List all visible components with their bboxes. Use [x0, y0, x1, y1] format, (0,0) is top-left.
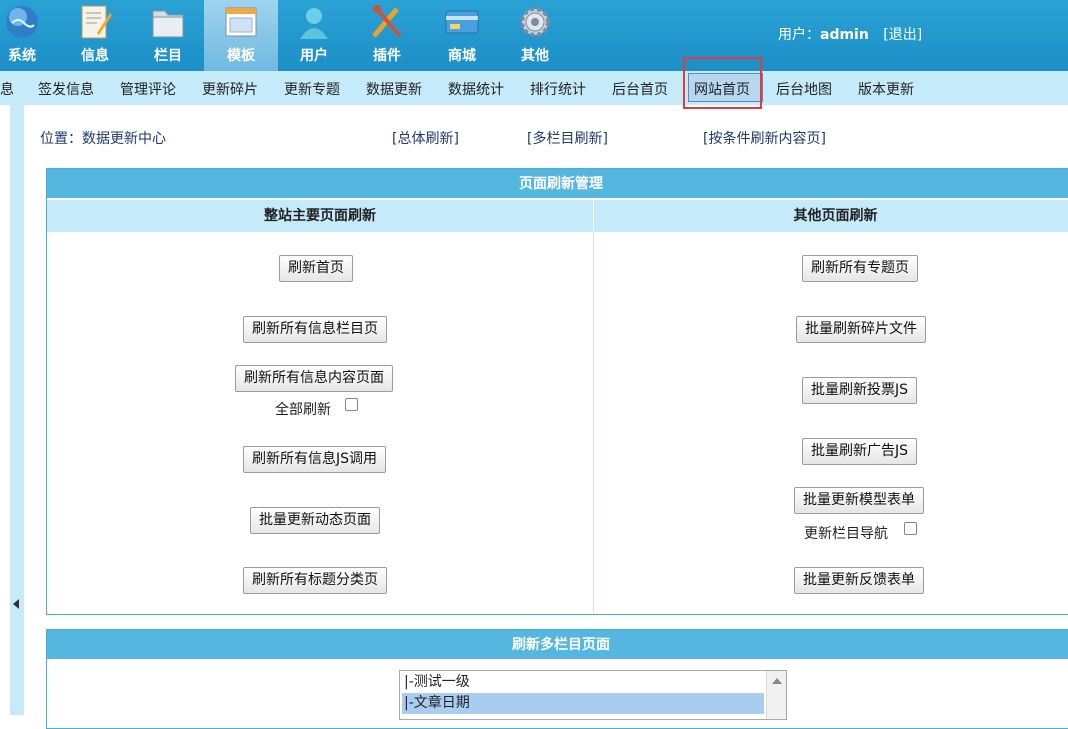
- refresh-home-button[interactable]: 刷新首页: [279, 255, 353, 282]
- nav-info[interactable]: 信息: [58, 0, 132, 71]
- refresh-all-checkbox[interactable]: [345, 398, 358, 411]
- refresh-info-column-button[interactable]: 刷新所有信息栏目页: [243, 316, 387, 343]
- refresh-special-topics-button[interactable]: 刷新所有专题页: [802, 255, 918, 282]
- nav-label: 插件: [373, 47, 401, 63]
- nav-label: 栏目: [154, 47, 182, 63]
- column-select-listbox[interactable]: |-测试一级 |-文章日期: [399, 670, 787, 720]
- link-multi-column-refresh[interactable]: [多栏目刷新]: [527, 128, 608, 148]
- credit-card-icon: [445, 10, 479, 34]
- refresh-vote-js-button[interactable]: 批量刷新投票JS: [802, 377, 918, 404]
- refresh-all-label: 全部刷新: [275, 402, 331, 418]
- refresh-info-content-button[interactable]: 刷新所有信息内容页面: [235, 365, 393, 392]
- nav-user[interactable]: 用户: [277, 0, 351, 71]
- subnav-item[interactable]: 管理评论: [120, 79, 176, 99]
- tools-icon: [372, 5, 402, 38]
- update-model-forms-button[interactable]: 批量更新模型表单: [794, 487, 924, 514]
- subnav-item[interactable]: 更新专题: [284, 79, 340, 99]
- subnav-item[interactable]: 更新碎片: [202, 79, 258, 99]
- nav-column[interactable]: 栏目: [131, 0, 205, 71]
- user-icon: [300, 8, 328, 39]
- highlight-box: [683, 57, 762, 109]
- subnav-item[interactable]: 后台首页: [612, 79, 668, 99]
- document-edit-icon: [81, 5, 112, 39]
- subnav-item[interactable]: 签发信息: [38, 79, 94, 99]
- collapse-bar[interactable]: [10, 105, 24, 715]
- nav-shop[interactable]: 商城: [425, 0, 499, 71]
- top-navigation-bar: 系统 信息 栏目 模板 用户 插件 商城 其他 用户：admin [退出]: [0, 0, 1068, 71]
- panel-title: 页面刷新管理: [47, 169, 1068, 199]
- nav-label: 用户: [300, 47, 328, 63]
- update-column-nav-label: 更新栏目导航: [804, 526, 888, 542]
- subnav-item[interactable]: 后台地图: [776, 79, 832, 99]
- user-info: 用户：admin [退出]: [778, 24, 922, 44]
- logout-link[interactable]: [退出]: [883, 27, 922, 43]
- window-template-icon: [225, 7, 257, 37]
- update-dynamic-pages-button[interactable]: 批量更新动态页面: [250, 507, 380, 534]
- panel-title: 刷新多栏目页面: [47, 630, 1068, 660]
- nav-label: 商城: [448, 47, 476, 63]
- subnav-item[interactable]: 数据更新: [366, 79, 422, 99]
- collapse-arrow-icon[interactable]: [13, 599, 19, 609]
- link-full-refresh[interactable]: [总体刷新]: [392, 128, 459, 148]
- link-conditional-refresh[interactable]: [按条件刷新内容页]: [703, 128, 826, 148]
- username: admin: [820, 27, 869, 43]
- column-option[interactable]: |-测试一级: [402, 672, 764, 693]
- left-collapse-strip: [0, 105, 24, 715]
- refresh-title-category-button[interactable]: 刷新所有标题分类页: [243, 567, 387, 594]
- nav-template[interactable]: 模板: [204, 0, 278, 71]
- refresh-ad-js-button[interactable]: 批量刷新广告JS: [802, 438, 918, 465]
- multi-column-refresh-panel: 刷新多栏目页面 |-测试一级 |-文章日期: [46, 629, 1068, 729]
- refresh-fragments-button[interactable]: 批量刷新碎片文件: [796, 316, 926, 343]
- nav-label: 信息: [81, 47, 109, 63]
- update-column-nav-checkbox[interactable]: [904, 522, 917, 535]
- column-option-selected[interactable]: |-文章日期: [402, 693, 764, 714]
- nav-other[interactable]: 其他: [498, 0, 572, 71]
- header-divider: [47, 231, 1068, 232]
- subnav-item[interactable]: 数据统计: [448, 79, 504, 99]
- subnav-item[interactable]: 排行统计: [530, 79, 586, 99]
- scroll-up-arrow-icon[interactable]: [772, 678, 782, 684]
- gear-icon: [520, 7, 550, 37]
- nav-label: 模板: [227, 47, 255, 63]
- location-current: 数据更新中心: [82, 131, 166, 147]
- folder-icon: [152, 10, 184, 38]
- user-prefix: 用户：: [778, 27, 820, 43]
- right-column-header: 其他页面刷新: [594, 200, 1068, 232]
- refresh-info-js-button[interactable]: 刷新所有信息JS调用: [243, 446, 387, 473]
- refresh-management-panel: 页面刷新管理 整站主要页面刷新 其他页面刷新 刷新首页 刷新所有信息栏目页 刷新…: [46, 168, 1068, 615]
- subnav-item[interactable]: 版本更新: [858, 79, 914, 99]
- listbox-scrollbar[interactable]: [766, 671, 786, 719]
- left-column-header: 整站主要页面刷新: [47, 200, 593, 232]
- nav-label: 系统: [8, 47, 36, 63]
- globe-icon: [6, 6, 38, 38]
- location-label: 位置：数据更新中心: [40, 131, 166, 147]
- nav-label: 其他: [521, 47, 549, 63]
- subnav-item[interactable]: 息: [0, 79, 14, 99]
- column-divider: [593, 232, 594, 613]
- update-feedback-forms-button[interactable]: 批量更新反馈表单: [794, 567, 924, 594]
- nav-plugin[interactable]: 插件: [350, 0, 424, 71]
- nav-system[interactable]: 系统: [0, 0, 59, 71]
